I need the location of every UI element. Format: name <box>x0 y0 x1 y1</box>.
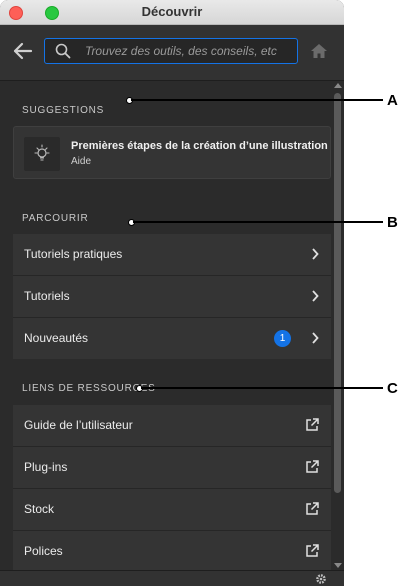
callout-b-label: B <box>387 214 398 231</box>
suggestion-subtitle: Aide <box>71 156 92 167</box>
resource-item-plugins[interactable]: Plug-ins <box>13 447 331 489</box>
scrollbar-thumb[interactable] <box>334 93 341 493</box>
chevron-right-icon <box>312 332 319 344</box>
list-item-label: Guide de l’utilisateur <box>24 418 133 432</box>
chevron-right-icon <box>312 248 319 260</box>
suggestion-title: Premières étapes de la création d’une il… <box>71 140 328 152</box>
scroll-up-arrow[interactable] <box>334 83 342 88</box>
callout-c-line <box>141 387 383 389</box>
list-item-label: Polices <box>24 544 63 558</box>
scroll-down-arrow[interactable] <box>334 563 342 568</box>
section-label-suggestions: SUGGESTIONS <box>22 105 105 116</box>
discover-panel: Découvrir Trouvez des outils, des consei… <box>0 0 344 586</box>
external-link-icon <box>306 544 319 557</box>
lightbulb-icon <box>34 144 50 161</box>
resource-list: Guide de l’utilisateur Plug-ins Stock Po… <box>13 405 331 570</box>
resource-item-stock[interactable]: Stock <box>13 489 331 531</box>
vertical-scrollbar[interactable] <box>332 81 344 570</box>
callout-a-label: A <box>387 92 398 109</box>
browse-item-tutoriels[interactable]: Tutoriels <box>13 276 331 318</box>
chevron-right-icon <box>312 290 319 302</box>
home-icon[interactable] <box>309 42 329 60</box>
search-input[interactable]: Trouvez des outils, des conseils, etc <box>44 38 298 64</box>
search-icon <box>55 43 71 59</box>
suggestion-card[interactable]: Premières étapes de la création d’une il… <box>13 126 331 179</box>
suggestion-thumbnail <box>24 137 60 171</box>
list-item-label: Plug-ins <box>24 460 68 474</box>
gear-icon[interactable] <box>315 573 327 585</box>
resource-item-guide[interactable]: Guide de l’utilisateur <box>13 405 331 447</box>
toolbar: Trouvez des outils, des conseils, etc <box>0 25 344 81</box>
browse-item-tutoriels-pratiques[interactable]: Tutoriels pratiques <box>13 234 331 276</box>
callout-b-line <box>133 221 383 223</box>
search-placeholder: Trouvez des outils, des conseils, etc <box>85 44 277 58</box>
section-label-browse: PARCOURIR <box>22 213 89 224</box>
notification-badge: 1 <box>274 330 291 347</box>
callout-c-label: C <box>387 380 398 397</box>
back-arrow-icon[interactable] <box>13 42 33 60</box>
list-item-label: Tutoriels <box>24 289 70 303</box>
panel-content: SUGGESTIONS Premières étapes de la créat… <box>0 81 332 570</box>
statusbar <box>0 570 344 586</box>
browse-list: Tutoriels pratiques Tutoriels Nouveautés… <box>13 234 331 359</box>
window-title: Découvrir <box>141 4 203 19</box>
browse-item-nouveautes[interactable]: Nouveautés 1 <box>13 318 331 359</box>
list-item-label: Tutoriels pratiques <box>24 247 123 261</box>
external-link-icon <box>306 418 319 431</box>
external-link-icon <box>306 460 319 473</box>
resource-item-polices[interactable]: Polices <box>13 531 331 570</box>
list-item-label: Stock <box>24 502 55 516</box>
callout-a-line <box>131 99 383 101</box>
external-link-icon <box>306 502 319 515</box>
titlebar: Découvrir <box>0 0 344 25</box>
list-item-label: Nouveautés <box>24 331 89 345</box>
